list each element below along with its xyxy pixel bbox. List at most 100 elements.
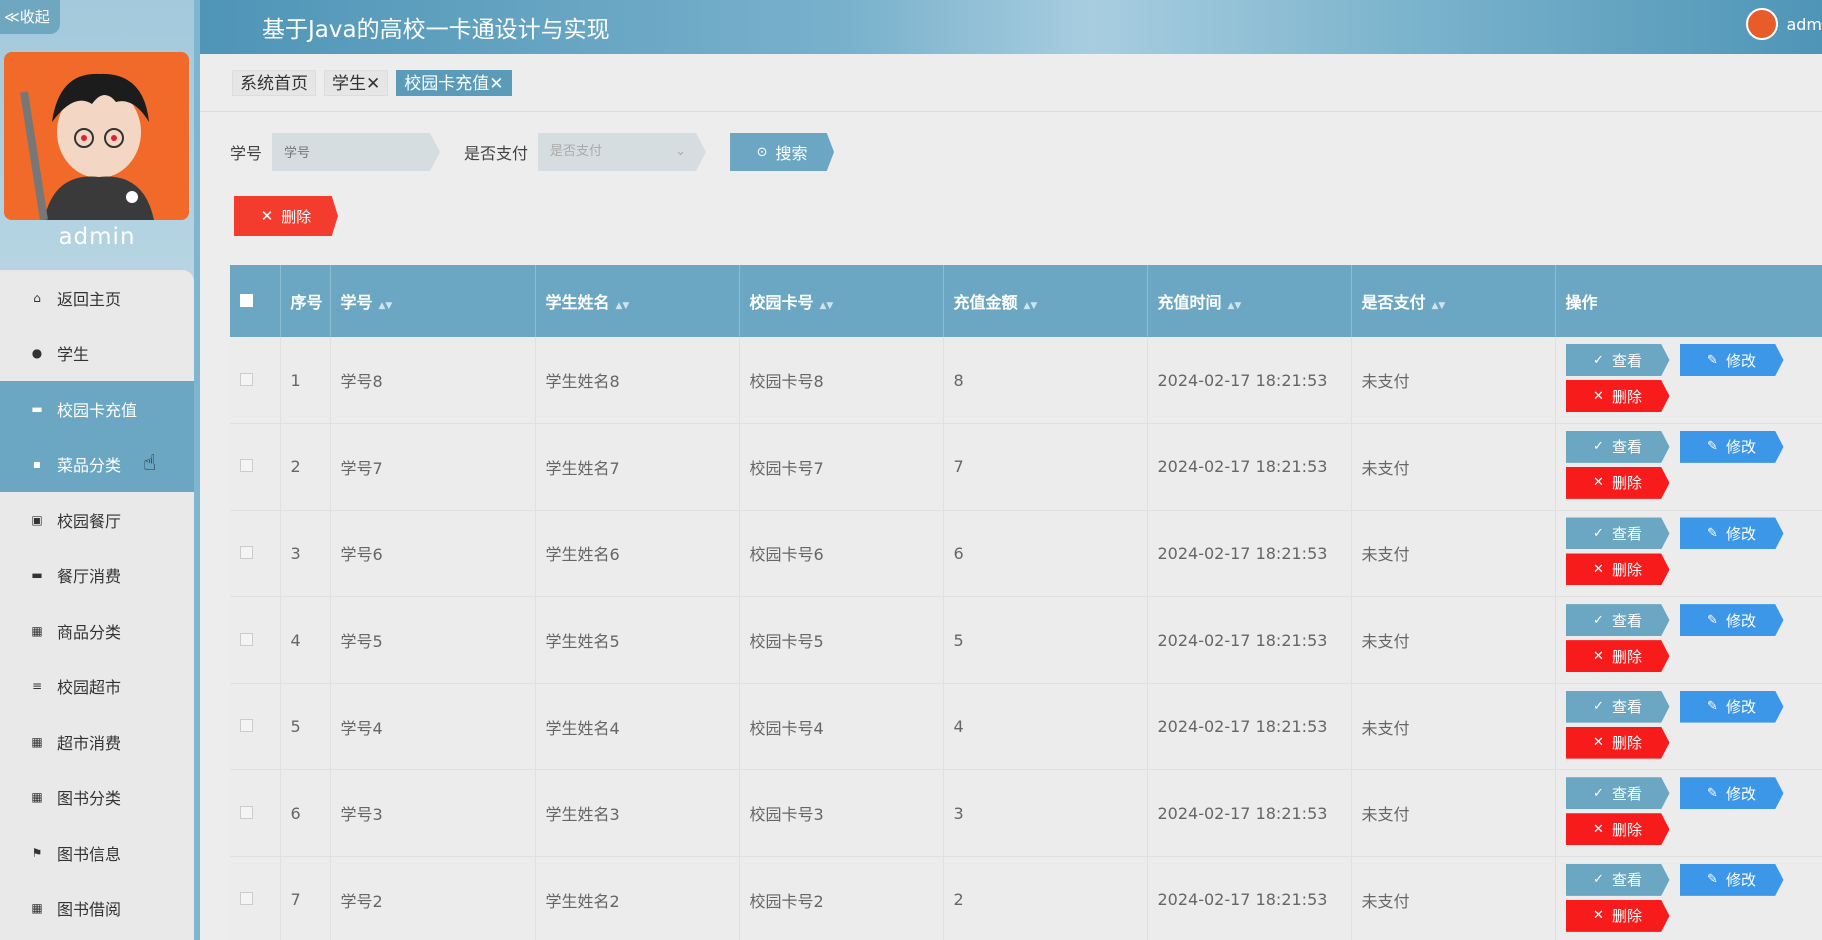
delete-button[interactable]: ✕ 删除 xyxy=(1565,813,1670,846)
delete-button[interactable]: ✕ 删除 xyxy=(1565,466,1670,499)
cell-student-no: 学号8 xyxy=(330,337,536,425)
tab-home[interactable]: 系统首页 xyxy=(232,69,316,96)
cell-card-no: 校园卡号2 xyxy=(739,856,944,940)
row-checkbox[interactable] xyxy=(240,372,253,386)
view-button[interactable]: ✓ 查看 xyxy=(1565,604,1670,637)
cell-time: 2024-02-17 18:21:53 xyxy=(1147,683,1352,771)
sidebar-item-goods-category[interactable]: ▦ 商品分类 xyxy=(0,603,194,659)
cell-card-no: 校园卡号5 xyxy=(739,596,944,684)
row-checkbox[interactable] xyxy=(240,632,253,646)
col-header-amount[interactable]: 充值金额 ▲▼ xyxy=(943,265,1148,337)
close-icon[interactable]: ✕ xyxy=(489,74,503,94)
cell-paid: 未支付 xyxy=(1351,683,1556,771)
view-button[interactable]: ✓ 查看 xyxy=(1565,690,1670,723)
sidebar-item-card-recharge[interactable]: ▬ 校园卡充值 xyxy=(0,381,194,437)
comment-icon: ▪ xyxy=(32,457,42,472)
cell-card-no: 校园卡号8 xyxy=(739,337,944,425)
sort-icon[interactable]: ▲▼ xyxy=(1228,301,1242,311)
view-button[interactable]: ✓ 查看 xyxy=(1565,344,1670,377)
table-row: 6 学号3 学生姓名3 校园卡号3 3 2024-02-17 18:21:53 未支付 ✓ 查… xyxy=(230,769,1822,858)
delete-button[interactable]: ✕ 删除 xyxy=(1565,899,1670,932)
sidebar-item-canteen-consumption[interactable]: ▬ 餐厅消费 xyxy=(0,547,194,603)
close-icon[interactable]: ✕ xyxy=(366,74,380,94)
sidebar-item-book-info[interactable]: ⚑ 图书信息 xyxy=(0,825,194,881)
col-header-name[interactable]: 学生姓名 ▲▼ xyxy=(535,265,740,337)
tab-card-recharge[interactable]: 校园卡充值✕ xyxy=(396,69,512,96)
cell-student-no: 学号2 xyxy=(330,856,536,940)
edit-button[interactable]: ✎ 修改 xyxy=(1679,430,1784,463)
col-header-time[interactable]: 充值时间 ▲▼ xyxy=(1147,265,1352,337)
edit-button-label: 修改 xyxy=(1725,524,1756,543)
row-checkbox[interactable] xyxy=(240,892,253,906)
admin-name: admin xyxy=(58,224,136,250)
sidebar: ≪收起 admin ⌂ 返回主页 ● 学生 ▬ 校园卡充值 ▪ 菜品分类 ☝ ▣… xyxy=(0,0,200,940)
sidebar-item-label: 校园餐厅 xyxy=(57,511,122,531)
edit-button[interactable]: ✎ 修改 xyxy=(1679,517,1784,550)
sort-icon[interactable]: ▲▼ xyxy=(1432,301,1446,311)
sidebar-item-supermarket[interactable]: ≡ 校园超市 xyxy=(0,658,194,714)
sort-icon[interactable]: ▲▼ xyxy=(820,301,834,311)
col-header-label: 学生姓名 xyxy=(545,293,610,312)
col-header-paid[interactable]: 是否支付 ▲▼ xyxy=(1351,265,1556,337)
table-row: 4 学号5 学生姓名5 校园卡号5 5 2024-02-17 18:21:53 未支付 ✓ 查… xyxy=(230,596,1822,684)
collapse-button[interactable]: ≪收起 xyxy=(0,0,60,34)
edit-icon: ✎ xyxy=(1707,612,1718,628)
sort-icon[interactable]: ▲▼ xyxy=(1024,301,1038,311)
hand-cursor-icon: ☝ xyxy=(143,450,157,476)
edit-button[interactable]: ✎ 修改 xyxy=(1679,863,1784,896)
edit-button[interactable]: ✎ 修改 xyxy=(1679,344,1784,377)
select-all-checkbox[interactable] xyxy=(240,293,253,307)
col-header-student-no[interactable]: 学号 ▲▼ xyxy=(330,265,536,337)
delete-button[interactable]: ✕ 删除 xyxy=(1565,726,1670,759)
student-no-input[interactable] xyxy=(272,133,441,171)
view-button[interactable]: ✓ 查看 xyxy=(1565,517,1670,550)
cell-text: 校园卡号5 xyxy=(749,632,824,652)
cell-text: 未支付 xyxy=(1361,458,1410,478)
row-checkbox[interactable] xyxy=(240,545,253,559)
row-checkbox[interactable] xyxy=(240,459,253,473)
cell-amount: 3 xyxy=(943,769,1148,858)
cell-text: 2024-02-17 18:21:53 xyxy=(1157,543,1328,563)
cell-text: 校园卡号2 xyxy=(749,891,824,911)
col-header-label: 充值时间 xyxy=(1157,293,1222,312)
bulk-delete-button[interactable]: ✕ 删除 xyxy=(234,196,338,236)
edit-icon: ✎ xyxy=(1707,525,1718,541)
sidebar-item-book-borrow[interactable]: ▦ 图书借阅 xyxy=(0,880,194,936)
cell-text: 7 xyxy=(290,890,301,910)
edit-button[interactable]: ✎ 修改 xyxy=(1679,777,1784,810)
col-header-card-no[interactable]: 校园卡号 ▲▼ xyxy=(739,265,944,337)
sidebar-item-canteen[interactable]: ▣ 校园餐厅 xyxy=(0,492,194,548)
view-button-label: 查看 xyxy=(1611,611,1642,630)
cell-student-no: 学号6 xyxy=(330,510,536,598)
user-menu[interactable]: adm xyxy=(1746,8,1822,40)
cell-text: 2024-02-17 18:21:53 xyxy=(1157,457,1328,477)
edit-button[interactable]: ✎ 修改 xyxy=(1679,604,1784,637)
sort-icon[interactable]: ▲▼ xyxy=(379,301,393,311)
sidebar-item-supermarket-consumption[interactable]: ▦ 超市消费 xyxy=(0,714,194,770)
delete-button[interactable]: ✕ 删除 xyxy=(1565,640,1670,673)
delete-button[interactable]: ✕ 删除 xyxy=(1565,553,1670,586)
cell-time: 2024-02-17 18:21:53 xyxy=(1147,769,1352,858)
row-checkbox[interactable] xyxy=(240,805,253,819)
cell-text: 2024-02-17 18:21:53 xyxy=(1157,717,1328,737)
sidebar-item-book-category[interactable]: ▦ 图书分类 xyxy=(0,769,194,825)
row-checkbox[interactable] xyxy=(240,719,253,733)
search-button[interactable]: ⊙ 搜索 xyxy=(730,133,835,171)
tab-students[interactable]: 学生✕ xyxy=(324,69,389,96)
view-button[interactable]: ✓ 查看 xyxy=(1565,777,1670,810)
sidebar-item-label: 校园卡充值 xyxy=(57,400,138,420)
sidebar-item-students[interactable]: ● 学生 xyxy=(0,325,194,381)
delete-button[interactable]: ✕ 删除 xyxy=(1565,380,1670,413)
view-button[interactable]: ✓ 查看 xyxy=(1565,863,1670,896)
cell-text: 8 xyxy=(953,370,964,390)
sort-icon[interactable]: ▲▼ xyxy=(616,301,630,311)
view-button[interactable]: ✓ 查看 xyxy=(1565,430,1670,463)
delete-button-label: 删除 xyxy=(1611,560,1642,579)
cell-text: 学号4 xyxy=(340,718,383,738)
sidebar-item-home[interactable]: ⌂ 返回主页 xyxy=(0,270,194,326)
edit-button[interactable]: ✎ 修改 xyxy=(1679,690,1784,723)
view-button-label: 查看 xyxy=(1611,524,1642,543)
sidebar-item-dish-category[interactable]: ▪ 菜品分类 ☝ xyxy=(0,436,194,492)
paid-select[interactable]: 是否支付 ⌄ xyxy=(538,133,707,171)
cell-text: 未支付 xyxy=(1361,805,1410,825)
